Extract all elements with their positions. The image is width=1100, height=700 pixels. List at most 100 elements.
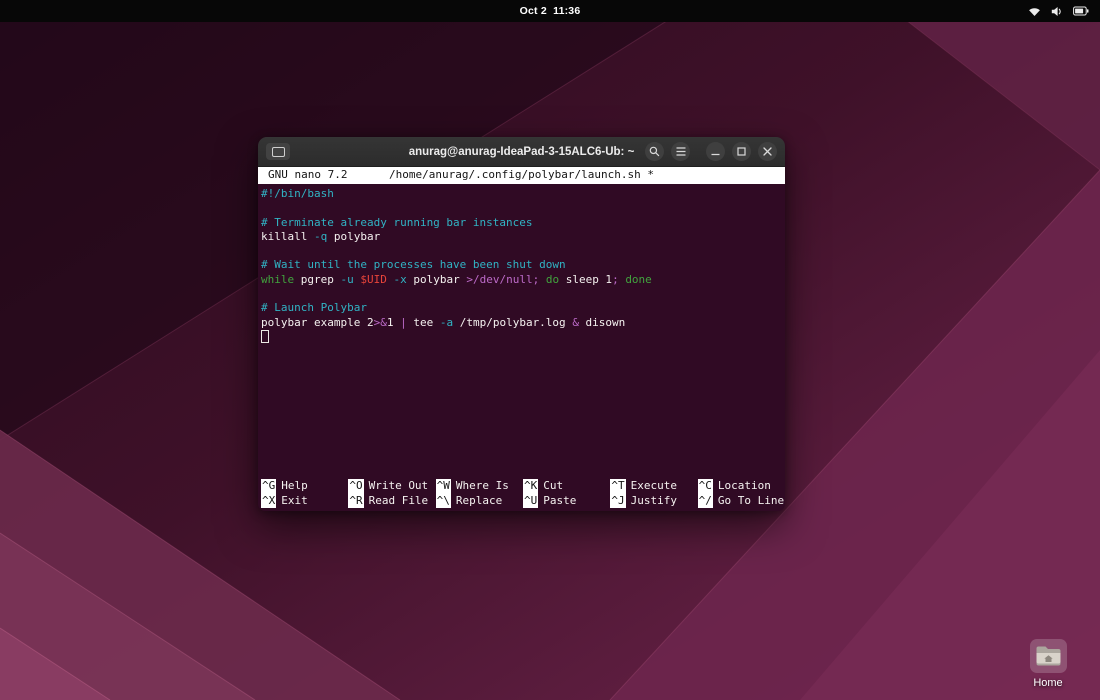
minimize-icon — [711, 147, 720, 156]
window-controls — [645, 142, 777, 161]
shortcut-key: ^G — [261, 479, 276, 493]
home-folder-tile — [1030, 639, 1067, 673]
nano-shortcut: ^T Execute — [610, 479, 697, 493]
shortcut-label: Write Out — [369, 479, 429, 493]
shortcut-label: Go To Line — [718, 494, 784, 508]
shortcut-key: ^X — [261, 494, 276, 508]
home-folder-icon — [1035, 645, 1062, 667]
home-label: Home — [1033, 677, 1062, 689]
nano-shortcut: ^RRead File — [348, 494, 435, 508]
nano-shortcuts: ^G Help ^O Write Out ^W Where Is ^K Cut ^T Execut… — [258, 479, 785, 511]
shortcut-key: ^J — [610, 494, 625, 508]
nano-text-segment: -u — [340, 273, 353, 286]
shortcut-label: Justify — [631, 494, 677, 508]
terminal-content[interactable]: GNU nano 7.2 /home/anurag/.config/polyba… — [258, 167, 785, 511]
nano-line — [261, 287, 785, 301]
terminal-tab-icon — [272, 147, 285, 157]
nano-line — [261, 201, 785, 215]
nano-text-segment: while — [261, 273, 294, 286]
nano-text-segment: /tmp/polybar.log — [453, 316, 572, 329]
nano-version: GNU nano 7.2 — [268, 168, 347, 182]
desktop-home-shortcut[interactable]: Home — [1017, 639, 1079, 689]
hamburger-menu-icon — [676, 147, 686, 156]
shortcut-label: Cut — [543, 479, 563, 493]
nano-shortcut: ^C Location — [698, 479, 785, 493]
shortcut-label: Execute — [631, 479, 677, 493]
nano-text-segment — [539, 273, 546, 286]
shortcut-key: ^T — [610, 479, 625, 493]
nano-line: # Terminate already running bar instance… — [261, 216, 785, 230]
terminal-window: anurag@anurag-IdeaPad-3-15ALC6-Ub: ~ — [258, 137, 785, 511]
close-icon — [763, 147, 772, 156]
nano-text-segment: #!/bin/bash — [261, 187, 334, 200]
search-button[interactable] — [645, 142, 664, 161]
maximize-button[interactable] — [732, 142, 751, 161]
nano-text-segment: do — [546, 273, 559, 286]
nano-text-segment: -q — [314, 230, 327, 243]
nano-text-segment: done — [625, 273, 652, 286]
nano-text-segment: polybar — [327, 230, 380, 243]
nano-shortcut: ^UPaste — [523, 494, 610, 508]
nano-text-segment: disown — [579, 316, 625, 329]
nano-text-segment: polybar example 2 — [261, 316, 374, 329]
maximize-icon — [737, 147, 746, 156]
nano-text-segment: ; — [612, 273, 619, 286]
nano-line: killall -q polybar — [261, 230, 785, 244]
shortcut-label: Replace — [456, 494, 502, 508]
wifi-icon — [1028, 6, 1041, 17]
nano-shortcut: ^O Write Out — [348, 479, 435, 493]
nano-line: # Launch Polybar — [261, 301, 785, 315]
nano-text-segment: pgrep — [294, 273, 340, 286]
nano-text-segment: tee — [407, 316, 440, 329]
volume-icon — [1051, 6, 1063, 17]
nano-shortcut-row: ^X Exit ^RRead File^\ Replace ^UPaste^J Justi… — [261, 494, 785, 508]
nano-shortcut: ^\ Replace — [436, 494, 523, 508]
nano-filename: /home/anurag/.config/polybar/launch.sh * — [389, 168, 654, 182]
system-status-area[interactable] — [1028, 0, 1089, 22]
clock[interactable]: Oct 2 11:36 — [520, 0, 581, 22]
minimize-button[interactable] — [706, 142, 725, 161]
shortcut-key: ^C — [698, 479, 713, 493]
window-title: anurag@anurag-IdeaPad-3-15ALC6-Ub: ~ — [409, 146, 635, 158]
nano-text-segment: 1 — [387, 316, 400, 329]
nano-shortcut: ^G Help — [261, 479, 348, 493]
shortcut-label: Location — [718, 479, 771, 493]
nano-text-segment: >/dev/null; — [466, 273, 539, 286]
nano-line: #!/bin/bash — [261, 187, 785, 201]
nano-editor[interactable]: #!/bin/bash # Terminate already running b… — [258, 184, 785, 479]
close-button[interactable] — [758, 142, 777, 161]
shortcut-label: Paste — [543, 494, 576, 508]
nano-text-segment: $UID — [360, 273, 387, 286]
nano-text-segment: # Launch Polybar — [261, 301, 367, 314]
nano-shortcut: ^/Go To Line — [698, 494, 785, 508]
nano-shortcut: ^W Where Is — [436, 479, 523, 493]
nano-cursor — [261, 330, 269, 343]
shortcut-key: ^K — [523, 479, 538, 493]
nano-text-segment: sleep 1 — [559, 273, 612, 286]
shortcut-key: ^W — [436, 479, 451, 493]
menu-button[interactable] — [671, 142, 690, 161]
nano-line: # Wait until the processes have been shu… — [261, 258, 785, 272]
new-tab-button[interactable] — [266, 143, 290, 160]
battery-icon — [1073, 6, 1089, 16]
nano-line — [261, 244, 785, 258]
window-titlebar[interactable]: anurag@anurag-IdeaPad-3-15ALC6-Ub: ~ — [258, 137, 785, 167]
nano-line: polybar example 2>&1 | tee -a /tmp/polyb… — [261, 316, 785, 330]
shortcut-label: Exit — [281, 494, 308, 508]
nano-text-segment: # Terminate already running bar instance… — [261, 216, 533, 229]
search-icon — [649, 146, 660, 157]
nano-text-segment: | — [400, 316, 407, 329]
shortcut-label: Read File — [369, 494, 429, 508]
shortcut-key: ^O — [348, 479, 363, 493]
nano-text-segment: # Wait until the processes have been shu… — [261, 258, 566, 271]
nano-shortcut: ^K Cut — [523, 479, 610, 493]
nano-shortcut-row: ^G Help ^O Write Out ^W Where Is ^K Cut ^T Execut… — [261, 479, 785, 493]
nano-text-segment: -x — [393, 273, 406, 286]
nano-text-segment: -a — [440, 316, 453, 329]
nano-text-segment: polybar — [407, 273, 467, 286]
nano-shortcut: ^X Exit — [261, 494, 348, 508]
shortcut-key: ^\ — [436, 494, 451, 508]
shortcut-label: Where Is — [456, 479, 509, 493]
shortcut-label: Help — [281, 479, 308, 493]
nano-text-segment: >& — [374, 316, 387, 329]
